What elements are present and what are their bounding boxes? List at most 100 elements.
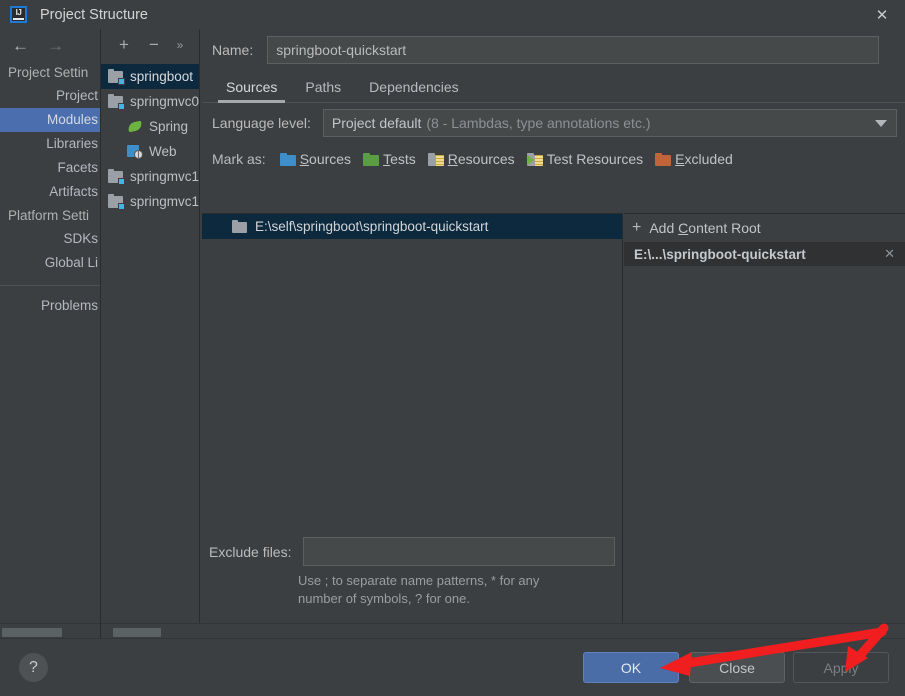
folder-icon bbox=[232, 220, 247, 233]
mark-as-row: Mark as: Sources Tests Resources Test Re… bbox=[202, 143, 905, 175]
sidebar-group-project-settings: Project Settin bbox=[8, 65, 89, 80]
exclude-files-row: Exclude files: bbox=[202, 537, 622, 566]
sidebar-group-platform-settings: Platform Setti bbox=[8, 208, 90, 223]
content-root-chip[interactable]: E:\...\springboot-quickstart ✕ bbox=[624, 242, 905, 266]
module-tree-scrollbar[interactable] bbox=[101, 623, 201, 638]
sidebar-item-sdks[interactable]: SDKs bbox=[0, 227, 100, 251]
test-resources-folder-icon bbox=[526, 152, 543, 166]
intellij-idea-icon: IJ bbox=[10, 6, 27, 23]
tree-item-springmvc1[interactable]: springmvc1 bbox=[101, 164, 199, 189]
title-bar: IJ Project Structure ✕ bbox=[0, 0, 905, 29]
module-icon bbox=[108, 93, 125, 110]
tree-item-springmvc0[interactable]: springmvc0 bbox=[101, 89, 199, 114]
exclude-hint-line1: Use ; to separate name patterns, * for a… bbox=[298, 573, 540, 588]
sidebar-item-problems[interactable]: Problems bbox=[0, 294, 100, 318]
tree-item-label: Spring bbox=[149, 119, 189, 134]
window-title: Project Structure bbox=[40, 6, 148, 23]
mark-as-resources-label: Resources bbox=[447, 151, 515, 167]
sidebar-navigation: ← → bbox=[0, 29, 100, 61]
chevron-down-icon bbox=[874, 120, 887, 127]
module-tree-toolbar: + − » bbox=[101, 29, 199, 61]
content-root-actions-pane: + Add Content Root E:\...\springboot-qui… bbox=[624, 213, 905, 638]
add-content-root-label: Add Content Root bbox=[649, 220, 761, 236]
dialog-footer: ? OK Close Apply CSDN @(^__^) bbox=[0, 638, 905, 696]
module-name-input[interactable] bbox=[267, 36, 880, 64]
plus-icon: + bbox=[632, 219, 642, 236]
sidebar-item-facets[interactable]: Facets bbox=[0, 156, 100, 180]
module-icon bbox=[108, 193, 125, 210]
module-name-row: Name: bbox=[202, 29, 905, 71]
mark-as-options: Sources Tests Resources Test Resources E… bbox=[279, 151, 733, 167]
tree-item-label: Web bbox=[149, 144, 177, 159]
mark-as-resources-button[interactable]: Resources bbox=[427, 151, 515, 167]
remove-module-button[interactable]: − bbox=[139, 32, 169, 58]
close-icon[interactable]: ✕ bbox=[859, 0, 905, 29]
mark-as-tests-button[interactable]: Tests bbox=[363, 151, 416, 167]
mark-as-test-resources-label: Test Resources bbox=[546, 151, 644, 167]
content-root-path: E:\self\springboot\springboot-quickstart bbox=[255, 219, 489, 234]
tree-item-springboot[interactable]: springboot bbox=[101, 64, 199, 89]
exclude-files-input[interactable] bbox=[303, 537, 616, 566]
spring-facet-icon bbox=[127, 120, 143, 134]
mark-as-label: Mark as: bbox=[212, 151, 266, 167]
language-level-label: Language level: bbox=[212, 115, 311, 131]
tree-item-springmvc2[interactable]: springmvc1 bbox=[101, 189, 199, 214]
sidebar-item-libraries[interactable]: Libraries bbox=[0, 132, 100, 156]
add-content-root-button[interactable]: + Add Content Root bbox=[624, 214, 905, 242]
language-level-row: Language level: Project default (8 - Lam… bbox=[202, 103, 905, 143]
sidebar-item-artifacts[interactable]: Artifacts bbox=[0, 180, 100, 204]
content-roots-pane: E:\self\springboot\springboot-quickstart… bbox=[202, 213, 623, 638]
exclude-files-label: Exclude files: bbox=[209, 543, 292, 560]
language-level-select[interactable]: Project default (8 - Lambdas, type annot… bbox=[322, 109, 897, 137]
sidebar-item-global-libraries[interactable]: Global Li bbox=[0, 251, 100, 275]
resources-folder-icon bbox=[427, 152, 444, 166]
close-button[interactable]: Close bbox=[689, 652, 785, 683]
mark-as-tests-label: Tests bbox=[383, 151, 416, 167]
forward-arrow-icon[interactable]: → bbox=[47, 37, 64, 54]
mark-as-excluded-label: Excluded bbox=[675, 151, 733, 167]
web-facet-icon bbox=[127, 144, 143, 159]
more-options-button[interactable]: » bbox=[169, 32, 191, 58]
tree-item-web-facet[interactable]: Web bbox=[101, 139, 199, 164]
exclude-hint-line2: number of symbols, ? for one. bbox=[298, 591, 470, 606]
tree-item-spring-facet[interactable]: Spring bbox=[101, 114, 199, 139]
project-structure-dialog: IJ Project Structure ✕ ← → Project Setti… bbox=[0, 0, 905, 696]
exclude-files-hint: Use ; to separate name patterns, * for a… bbox=[298, 572, 548, 608]
remove-content-root-icon[interactable]: ✕ bbox=[884, 246, 895, 262]
module-icon bbox=[108, 68, 125, 85]
ok-button[interactable]: OK bbox=[583, 652, 679, 683]
tree-item-label: springmvc1 bbox=[130, 194, 200, 209]
mark-as-sources-label: Sources bbox=[299, 151, 352, 167]
details-tabs: Sources Paths Dependencies bbox=[202, 71, 905, 103]
tree-item-label: springmvc0 bbox=[130, 94, 200, 109]
sidebar-scrollbar[interactable] bbox=[0, 623, 100, 638]
tests-folder-icon bbox=[363, 152, 380, 166]
mark-as-test-resources-button[interactable]: Test Resources bbox=[526, 151, 644, 167]
module-icon bbox=[108, 168, 125, 185]
bottom-scrollbars bbox=[0, 623, 905, 638]
dialog-body: ← → Project Settin Project Modules Libra… bbox=[0, 29, 905, 638]
sidebar-divider bbox=[0, 285, 100, 286]
content-root-row[interactable]: E:\self\springboot\springboot-quickstart bbox=[202, 214, 622, 239]
back-arrow-icon[interactable]: ← bbox=[12, 37, 29, 54]
module-tree-panel: + − » springboot springmvc0 Spring Web s… bbox=[100, 29, 200, 638]
sidebar-item-project[interactable]: Project bbox=[0, 84, 100, 108]
language-level-hint: (8 - Lambdas, type annotations etc.) bbox=[426, 115, 651, 131]
tab-paths[interactable]: Paths bbox=[291, 79, 355, 102]
tab-dependencies[interactable]: Dependencies bbox=[355, 79, 473, 102]
sources-folder-icon bbox=[279, 152, 296, 166]
help-button[interactable]: ? bbox=[19, 653, 48, 682]
settings-sidebar: ← → Project Settin Project Modules Libra… bbox=[0, 29, 100, 638]
tab-sources[interactable]: Sources bbox=[212, 79, 291, 103]
content-root-chip-label: E:\...\springboot-quickstart bbox=[634, 246, 806, 262]
add-module-button[interactable]: + bbox=[109, 32, 139, 58]
excluded-folder-icon bbox=[655, 152, 672, 166]
mark-as-excluded-button[interactable]: Excluded bbox=[655, 151, 733, 167]
sidebar-item-modules[interactable]: Modules bbox=[0, 108, 100, 132]
language-level-value: Project default bbox=[331, 115, 422, 131]
exclude-files-area: Exclude files: Use ; to separate name pa… bbox=[202, 537, 622, 608]
tree-item-label: springboot bbox=[130, 69, 194, 84]
details-scrollbar bbox=[202, 623, 905, 638]
mark-as-sources-button[interactable]: Sources bbox=[279, 151, 352, 167]
name-label: Name: bbox=[212, 42, 254, 58]
